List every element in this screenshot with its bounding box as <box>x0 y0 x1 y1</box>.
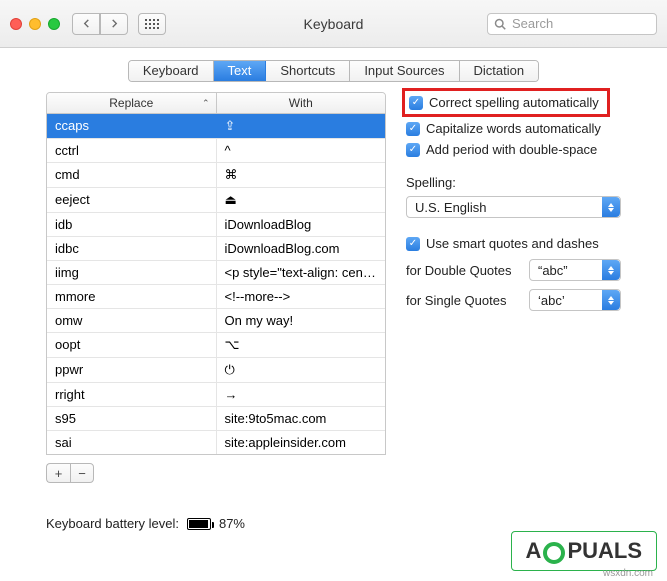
capitalize-checkbox[interactable]: ✓ <box>406 122 420 136</box>
single-quotes-label: for Single Quotes <box>406 293 521 308</box>
table-row[interactable]: idbciDownloadBlog.com <box>47 237 385 261</box>
window-controls <box>10 18 60 30</box>
cell-replace: cctrl <box>47 139 217 162</box>
replacements-table: Replace ⌃ With ccaps⇪cctrl^cmd⌘eeject⏏id… <box>46 92 386 455</box>
chevron-right-icon <box>110 19 119 28</box>
dropdown-arrows-icon <box>602 260 620 280</box>
column-replace[interactable]: Replace ⌃ <box>47 93 217 113</box>
cell-with: ⏻ <box>217 358 386 382</box>
cell-replace: omw <box>47 309 217 332</box>
smart-quotes-checkbox[interactable]: ✓ <box>406 237 420 251</box>
table-row[interactable]: idbiDownloadBlog <box>47 213 385 237</box>
minimize-button[interactable] <box>29 18 41 30</box>
table-body[interactable]: ccaps⇪cctrl^cmd⌘eeject⏏idbiDownloadBlogi… <box>47 114 385 454</box>
add-remove-buttons: + − <box>46 463 386 483</box>
cell-with: → <box>217 383 386 406</box>
cell-with: ⏏ <box>217 188 386 212</box>
chevron-left-icon <box>82 19 91 28</box>
tab-shortcuts[interactable]: Shortcuts <box>266 61 350 81</box>
table-row[interactable]: cctrl^ <box>47 139 385 163</box>
table-row[interactable]: s95site:9to5mac.com <box>47 407 385 431</box>
dropdown-arrows-icon <box>602 197 620 217</box>
table-row[interactable]: ppwr⏻ <box>47 358 385 383</box>
cell-replace: oopt <box>47 333 217 357</box>
watermark: APUALS <box>511 531 657 571</box>
table-row[interactable]: mmore<!--more--> <box>47 285 385 309</box>
cell-with: ⇪ <box>217 114 386 138</box>
table-header: Replace ⌃ With <box>47 93 385 114</box>
battery-status: Keyboard battery level: 87% <box>46 516 245 531</box>
table-row[interactable]: saisite:appleinsider.com <box>47 431 385 454</box>
cell-with: site:appleinsider.com <box>217 431 386 454</box>
sort-indicator-icon: ⌃ <box>202 98 210 109</box>
zoom-button[interactable] <box>48 18 60 30</box>
table-row[interactable]: oopt⌥ <box>47 333 385 358</box>
highlight-annotation: ✓ Correct spelling automatically <box>402 88 610 117</box>
back-button[interactable] <box>72 13 100 35</box>
double-quotes-select[interactable]: “abc” <box>529 259 621 281</box>
smart-quotes-label: Use smart quotes and dashes <box>426 236 599 251</box>
add-period-checkbox[interactable]: ✓ <box>406 143 420 157</box>
cell-replace: idb <box>47 213 217 236</box>
cell-replace: mmore <box>47 285 217 308</box>
cell-replace: eeject <box>47 188 217 212</box>
tab-keyboard[interactable]: Keyboard <box>129 61 214 81</box>
nav-buttons <box>72 13 128 35</box>
column-with[interactable]: With <box>217 93 386 113</box>
cell-replace: iimg <box>47 261 217 284</box>
single-quotes-select[interactable]: ‘abc’ <box>529 289 621 311</box>
table-row[interactable]: omwOn my way! <box>47 309 385 333</box>
watermark-url: wsxdn.com <box>603 568 653 579</box>
cell-with: site:9to5mac.com <box>217 407 386 430</box>
correct-spelling-label: Correct spelling automatically <box>429 95 599 110</box>
add-period-label: Add period with double-space <box>426 142 597 157</box>
tabs-row: Keyboard Text Shortcuts Input Sources Di… <box>0 48 667 92</box>
dropdown-arrows-icon <box>602 290 620 310</box>
cell-replace: ccaps <box>47 114 217 138</box>
table-row[interactable]: eeject⏏ <box>47 188 385 213</box>
tab-input-sources[interactable]: Input Sources <box>350 61 459 81</box>
battery-label: Keyboard battery level: <box>46 516 179 531</box>
forward-button[interactable] <box>100 13 128 35</box>
cell-replace: rright <box>47 383 217 406</box>
battery-icon <box>187 518 211 530</box>
cell-with: iDownloadBlog <box>217 213 386 236</box>
table-row[interactable]: iimg<p style="text-align: cente... <box>47 261 385 285</box>
add-button[interactable]: + <box>46 463 70 483</box>
cell-replace: cmd <box>47 163 217 187</box>
double-quotes-label: for Double Quotes <box>406 263 521 278</box>
table-row[interactable]: ccaps⇪ <box>47 114 385 139</box>
tab-segmented-control: Keyboard Text Shortcuts Input Sources Di… <box>128 60 539 82</box>
cell-with: On my way! <box>217 309 386 332</box>
correct-spelling-checkbox[interactable]: ✓ <box>409 96 423 110</box>
close-button[interactable] <box>10 18 22 30</box>
search-icon <box>494 18 506 30</box>
tab-text[interactable]: Text <box>214 61 267 81</box>
cell-with: ⌥ <box>217 333 386 357</box>
titlebar: Keyboard Search <box>0 0 667 48</box>
battery-percent: 87% <box>219 516 245 531</box>
cell-replace: s95 <box>47 407 217 430</box>
search-input[interactable]: Search <box>487 13 657 35</box>
tab-dictation[interactable]: Dictation <box>460 61 539 81</box>
cell-with: ⌘ <box>217 163 386 187</box>
cell-with: ^ <box>217 139 386 162</box>
cell-replace: ppwr <box>47 358 217 382</box>
ring-icon <box>543 542 565 564</box>
table-row[interactable]: cmd⌘ <box>47 163 385 188</box>
search-placeholder: Search <box>512 16 553 31</box>
spelling-select[interactable]: U.S. English <box>406 196 621 218</box>
table-row[interactable]: rright→ <box>47 383 385 407</box>
remove-button[interactable]: − <box>70 463 94 483</box>
cell-with: iDownloadBlog.com <box>217 237 386 260</box>
cell-with: <!--more--> <box>217 285 386 308</box>
cell-replace: sai <box>47 431 217 454</box>
cell-replace: idbc <box>47 237 217 260</box>
show-all-button[interactable] <box>138 13 166 35</box>
capitalize-label: Capitalize words automatically <box>426 121 601 136</box>
cell-with: <p style="text-align: cente... <box>217 261 386 284</box>
spelling-label: Spelling: <box>406 175 653 190</box>
window-title: Keyboard <box>304 16 364 32</box>
